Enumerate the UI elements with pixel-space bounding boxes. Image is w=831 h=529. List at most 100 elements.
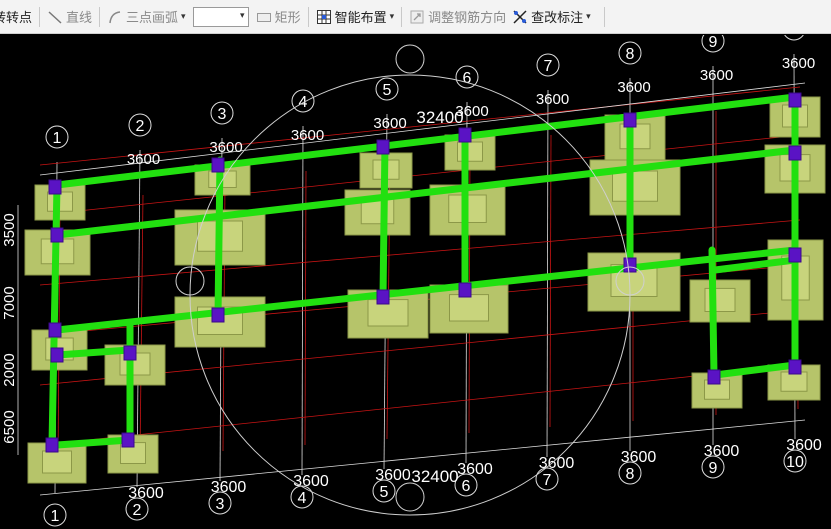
axis-number: 6 bbox=[462, 478, 471, 495]
column bbox=[788, 247, 802, 263]
column bbox=[376, 139, 390, 155]
chevron-down-icon[interactable]: ▾ bbox=[390, 11, 395, 22]
toolbar-separator bbox=[603, 6, 605, 27]
check-annotation-button[interactable]: 查改标注 ▾ bbox=[509, 4, 594, 30]
beam bbox=[53, 346, 134, 359]
axis-bubble: 10 bbox=[784, 35, 804, 41]
grid-line-red bbox=[304, 170, 307, 446]
column bbox=[48, 322, 62, 338]
bottom-dimension: 3600 bbox=[293, 473, 329, 490]
axis-number: 1 bbox=[53, 130, 62, 147]
grid-layout-icon bbox=[316, 9, 332, 25]
column bbox=[458, 127, 472, 143]
bottom-dimension: 3600 bbox=[375, 467, 411, 484]
axis-number: 2 bbox=[133, 502, 142, 519]
three-point-arc-button[interactable]: 三点画弧 ▾ bbox=[104, 4, 189, 30]
footing-step bbox=[619, 123, 651, 150]
column bbox=[45, 437, 59, 453]
adjust-rebar-direction-button[interactable]: 调整钢筋方向 bbox=[406, 4, 509, 30]
axis-number: 2 bbox=[136, 118, 145, 135]
axis-number: 5 bbox=[383, 82, 392, 99]
line-button[interactable]: 直线 bbox=[44, 4, 95, 30]
rectangle-button[interactable]: 矩形 bbox=[253, 4, 304, 30]
axis-number: 9 bbox=[709, 35, 718, 51]
cad-3d-view[interactable]: 1122334455667788991010360036003600360036… bbox=[0, 35, 831, 529]
axis-bubble: 3 bbox=[210, 101, 234, 125]
beam bbox=[53, 146, 799, 239]
axis-number: 8 bbox=[626, 466, 635, 483]
column bbox=[458, 282, 472, 298]
column bbox=[50, 347, 64, 363]
beam bbox=[379, 139, 389, 301]
axis-number: 4 bbox=[298, 490, 307, 507]
bottom-dimension: 3600 bbox=[704, 443, 740, 460]
top-dimension: 3600 bbox=[782, 55, 815, 72]
column bbox=[623, 257, 637, 273]
column bbox=[48, 179, 62, 195]
toolbar: 转转点 直线 三点画弧 ▾ ▾ 矩形 智能布置 ▾ 调整钢筋 bbox=[0, 0, 831, 34]
column bbox=[123, 345, 137, 361]
annotation-edit-icon bbox=[512, 9, 528, 25]
footing-step bbox=[449, 294, 489, 322]
axis-number: 7 bbox=[543, 472, 552, 489]
axis-bubble: 9 bbox=[701, 35, 725, 53]
toolbar-separator bbox=[99, 6, 101, 27]
smart-layout-button[interactable]: 智能布置 ▾ bbox=[313, 4, 398, 30]
check-annotation-label: 查改标注 bbox=[531, 10, 584, 25]
toolbar-separator bbox=[39, 6, 41, 27]
axis-number: 10 bbox=[786, 454, 804, 471]
column bbox=[50, 227, 64, 243]
left-dimension: 6500 bbox=[1, 410, 18, 443]
column bbox=[121, 432, 135, 448]
smart-layout-label: 智能布置 bbox=[334, 10, 387, 25]
top-total-dimension: 32400 bbox=[416, 108, 463, 127]
axis-number: 10 bbox=[785, 35, 803, 39]
top-dimension: 3600 bbox=[536, 91, 569, 108]
column bbox=[376, 289, 390, 305]
axis-bubble: 7 bbox=[536, 53, 560, 77]
top-dimension: 3600 bbox=[373, 115, 406, 132]
chevron-down-icon[interactable]: ▾ bbox=[240, 10, 245, 21]
line-label: 直线 bbox=[66, 10, 93, 25]
bottom-dimension: 3600 bbox=[457, 461, 493, 478]
axis-number: 9 bbox=[709, 460, 718, 477]
drawing-canvas[interactable]: 1122334455667788991010360036003600360036… bbox=[0, 35, 831, 529]
top-dimension: 3600 bbox=[617, 79, 650, 96]
footing-step bbox=[42, 450, 72, 474]
top-dimension: 3600 bbox=[127, 151, 160, 168]
footing-step bbox=[457, 141, 483, 162]
bottom-dimension: 3600 bbox=[211, 479, 247, 496]
left-dimension: 7000 bbox=[1, 286, 18, 319]
beam bbox=[214, 156, 224, 319]
column bbox=[788, 92, 802, 108]
axis-bubble: 5 bbox=[375, 77, 399, 101]
three-point-arc-label: 三点画弧 bbox=[126, 10, 179, 25]
top-dimension: 3600 bbox=[291, 127, 324, 144]
axis-bubble: 2 bbox=[128, 113, 152, 137]
column bbox=[788, 145, 802, 161]
axis-bubble: 4 bbox=[291, 89, 315, 113]
footing-step bbox=[612, 170, 658, 202]
beam bbox=[53, 436, 134, 449]
axis-bubble: 1 bbox=[43, 503, 67, 527]
chevron-down-icon[interactable]: ▾ bbox=[181, 11, 186, 22]
toolbar-separator bbox=[307, 6, 309, 27]
column bbox=[211, 307, 225, 323]
orbit-handle-bottom[interactable] bbox=[395, 482, 425, 512]
chevron-down-icon[interactable]: ▾ bbox=[586, 11, 591, 22]
axis-number: 7 bbox=[544, 58, 553, 75]
rectangle-label: 矩形 bbox=[274, 10, 301, 25]
footing-step bbox=[780, 371, 808, 392]
axis-bubble: 8 bbox=[618, 41, 642, 65]
arc-icon bbox=[107, 9, 123, 25]
rotate-point-button[interactable]: 转转点 bbox=[0, 4, 35, 30]
top-dimension: 3600 bbox=[209, 139, 242, 156]
orbit-handle-top[interactable] bbox=[395, 44, 425, 74]
top-dimension: 3600 bbox=[700, 67, 733, 84]
width-combo[interactable]: ▾ bbox=[192, 6, 249, 27]
column bbox=[623, 112, 637, 128]
column bbox=[788, 359, 802, 375]
axis-number: 1 bbox=[51, 508, 60, 525]
bottom-total-dimension: 32400 bbox=[411, 467, 458, 486]
left-dimension: 3500 bbox=[1, 213, 18, 246]
